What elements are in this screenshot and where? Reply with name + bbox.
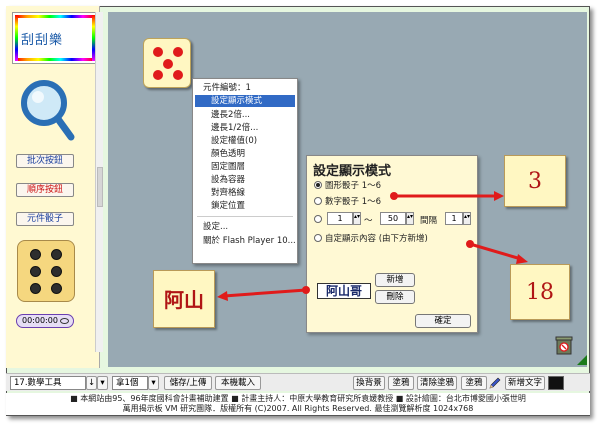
menu-item-about[interactable]: 關於 Flash Player 10...: [203, 235, 296, 247]
tool-select-arrow-icon[interactable]: ↓: [86, 376, 97, 390]
batch-button[interactable]: 批次按鈕: [16, 154, 74, 168]
scrollbar-thumb[interactable]: [97, 167, 103, 207]
menu-item-fix-layer[interactable]: 固定圖層: [211, 161, 245, 173]
trash-icon[interactable]: [555, 335, 573, 355]
delete-button[interactable]: 刪除: [375, 290, 415, 304]
radio-number-dice[interactable]: [314, 197, 322, 205]
color-swatch[interactable]: [548, 376, 564, 390]
footer-copyright: 萬用揭示板 VM 研究團隊．版權所有 (C)2007. All Rights R…: [122, 404, 474, 413]
tool-category-select[interactable]: 17.數學工具: [10, 376, 86, 390]
custom-content-preview[interactable]: 阿山哥: [317, 283, 371, 299]
radio-range[interactable]: [314, 215, 322, 223]
magnifier-icon[interactable]: [16, 75, 76, 143]
interval-label: 間隔: [420, 216, 438, 226]
dice-component-button[interactable]: 元件骰子: [16, 212, 74, 226]
radio-shape-dice[interactable]: [314, 181, 322, 189]
timer-text: 00:00:00: [22, 316, 58, 325]
number-card-18[interactable]: 18: [510, 264, 570, 320]
menu-item-half[interactable]: 邊長1/2倍...: [211, 122, 258, 134]
sidebar: 刮刮樂 批次按鈕 順序按鈕 元件骰子 00:00:00: [6, 6, 100, 368]
ok-button[interactable]: 確定: [415, 314, 471, 328]
menu-header: 元件編號：1: [203, 83, 251, 93]
menu-item-align-grid[interactable]: 對齊格線: [211, 187, 245, 199]
label-number-dice: 數字骰子 1～6: [325, 197, 382, 207]
dice-six-icon[interactable]: [17, 240, 75, 302]
radio-custom[interactable]: [314, 234, 322, 242]
timer-toggle-icon[interactable]: [60, 318, 69, 324]
menu-item-settings[interactable]: 設定...: [203, 221, 228, 233]
menu-item-transparent[interactable]: 顏色透明: [211, 148, 245, 160]
range-from-input[interactable]: 1: [327, 212, 353, 225]
range-to-spinner[interactable]: ▴▾: [406, 212, 414, 225]
number-card-3[interactable]: 3: [504, 155, 566, 207]
custom-card-ashan[interactable]: 阿山: [153, 270, 215, 328]
menu-item-container[interactable]: 設為容器: [211, 174, 245, 186]
count-select[interactable]: 拿1個: [112, 376, 148, 390]
logo: 刮刮樂: [12, 12, 98, 64]
menu-item-weight[interactable]: 設定權值(0): [211, 135, 257, 147]
label-custom: 自定顯示內容 (由下方新增): [325, 234, 428, 244]
add-text-button[interactable]: 新增文字: [505, 376, 545, 390]
interval-spinner[interactable]: ▴▾: [463, 212, 471, 225]
add-button[interactable]: 新增: [375, 273, 415, 287]
interval-input[interactable]: 1: [445, 212, 463, 225]
context-menu: 元件編號：1 設定顯示模式 邊長2倍... 邊長1/2倍... 設定權值(0) …: [192, 78, 298, 264]
count-select-arrow-icon[interactable]: ▾: [148, 376, 159, 390]
clear-paint-button[interactable]: 清除塗鴉: [417, 376, 457, 390]
menu-item-display-mode[interactable]: 設定顯示模式: [211, 95, 262, 107]
display-mode-dialog: 設定顯示模式 圖形骰子 1～6 數字骰子 1～6 1 ▴▾ ～ 50 ▴▾ 間隔…: [306, 155, 478, 333]
dialog-title: 設定顯示模式: [313, 164, 392, 179]
paint-tool-button[interactable]: 塗鴉: [461, 376, 487, 390]
logo-text: 刮刮樂: [21, 33, 64, 48]
range-from-spinner[interactable]: ▴▾: [353, 212, 361, 225]
menu-separator: [197, 216, 293, 217]
menu-item-lock[interactable]: 鎖定位置: [211, 200, 245, 212]
range-tilde: ～: [364, 216, 373, 226]
tool-select-dropdown-icon[interactable]: ▾: [97, 376, 108, 390]
pencil-icon[interactable]: [488, 376, 502, 390]
range-to-input[interactable]: 50: [380, 212, 406, 225]
change-background-button[interactable]: 換背景: [353, 376, 385, 390]
paint-button[interactable]: 塗鴉: [388, 376, 414, 390]
sidebar-scrollbar[interactable]: [95, 12, 103, 352]
order-button[interactable]: 順序按鈕: [16, 183, 74, 197]
dice-five-icon[interactable]: [143, 38, 191, 88]
save-upload-button[interactable]: 儲存/上傳: [164, 376, 212, 390]
bottom-toolbar: 17.數學工具 ↓ ▾ 拿1個 ▾ 儲存/上傳 本機載入 換背景 塗鴉 清除塗鴉…: [6, 373, 590, 391]
resize-handle[interactable]: [577, 355, 587, 365]
label-shape-dice: 圖形骰子 1～6: [325, 181, 382, 191]
local-load-button[interactable]: 本機載入: [215, 376, 261, 390]
footer: ■ 本網站由95、96年度國科會計畫補助建置 ■ 計畫主持人：中原大學教育研究所…: [6, 393, 590, 415]
timer[interactable]: 00:00:00: [16, 314, 74, 328]
footer-credits: ■ 本網站由95、96年度國科會計畫補助建置 ■ 計畫主持人：中原大學教育研究所…: [70, 394, 526, 403]
menu-item-double[interactable]: 邊長2倍...: [211, 109, 250, 121]
